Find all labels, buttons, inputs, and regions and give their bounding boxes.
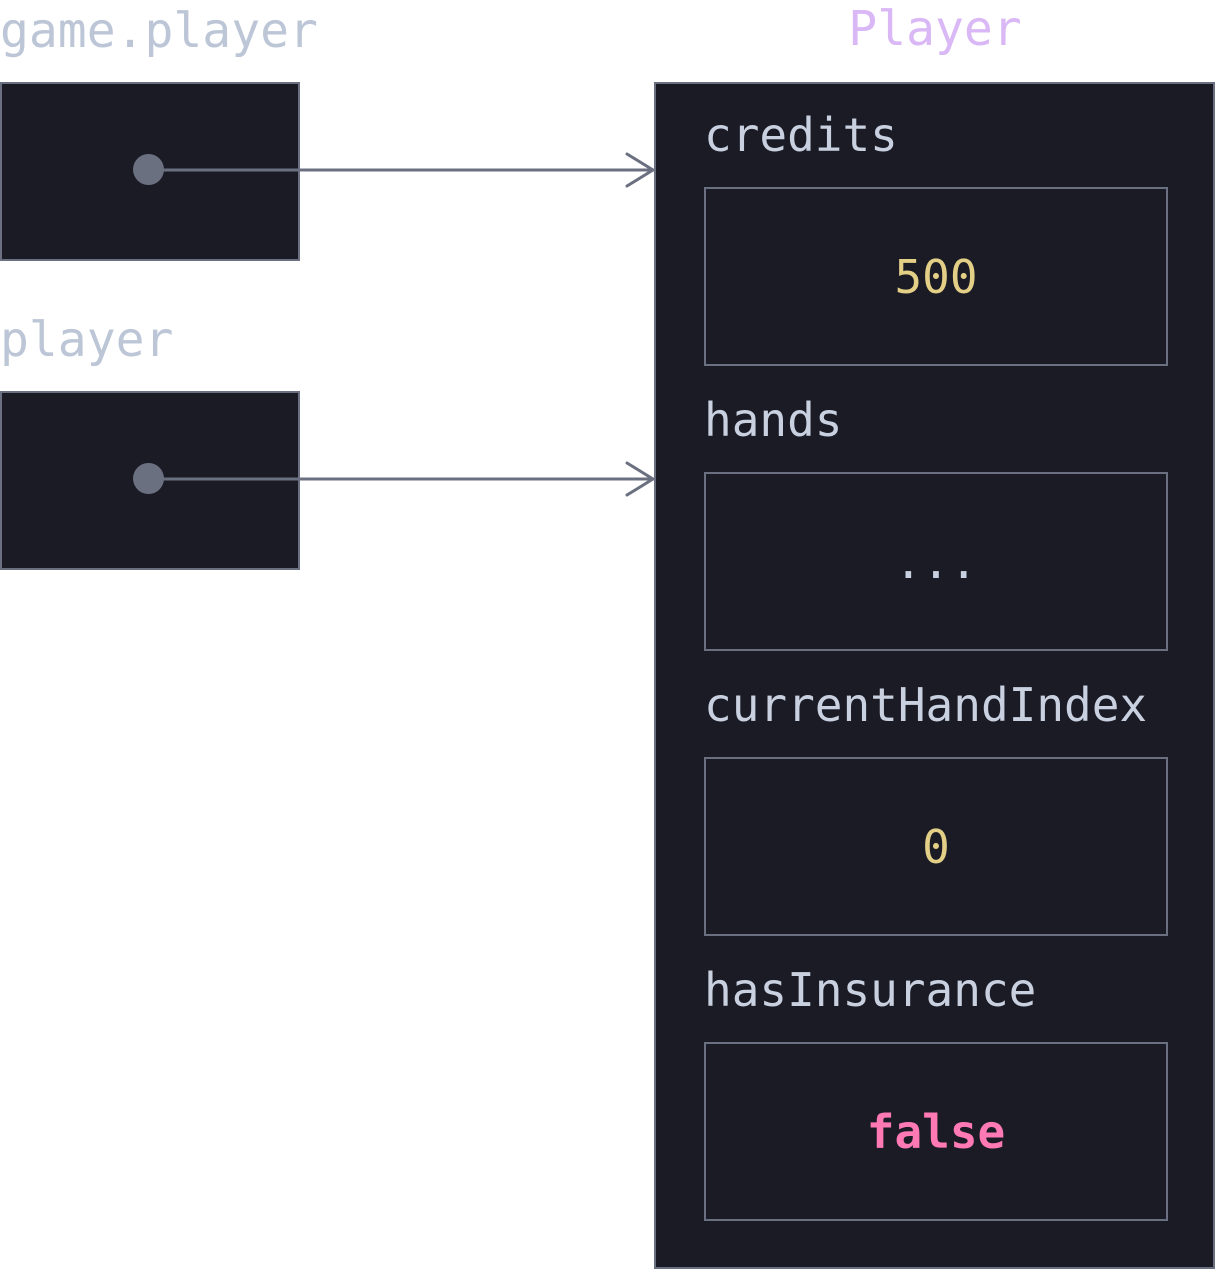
field-name-has-insurance: hasInsurance <box>704 963 1037 1017</box>
field-name-hands: hands <box>704 393 843 447</box>
field-value-box-hands: ... <box>704 472 1168 651</box>
variable-box-player <box>0 391 300 570</box>
arrow-head-player <box>625 461 655 497</box>
variable-label-game-player: game.player <box>0 3 318 59</box>
field-value-box-current-hand-index: 0 <box>704 757 1168 936</box>
field-value-current-hand-index: 0 <box>922 819 950 874</box>
field-value-credits: 500 <box>894 249 978 304</box>
field-name-current-hand-index: currentHandIndex <box>704 678 1148 732</box>
field-value-box-credits: 500 <box>704 187 1168 366</box>
field-name-credits: credits <box>704 108 898 162</box>
field-value-hands: ... <box>894 534 978 589</box>
variable-box-game-player <box>0 82 300 261</box>
field-value-has-insurance: false <box>866 1104 1006 1159</box>
variable-label-player: player <box>0 312 174 368</box>
object-box-player: credits 500 hands ... currentHandIndex 0… <box>654 82 1215 1269</box>
arrow-head-game-player <box>625 152 655 188</box>
field-value-box-has-insurance: false <box>704 1042 1168 1221</box>
object-type-label: Player <box>848 1 1022 57</box>
reference-dot <box>133 154 164 185</box>
reference-dot <box>133 463 164 494</box>
